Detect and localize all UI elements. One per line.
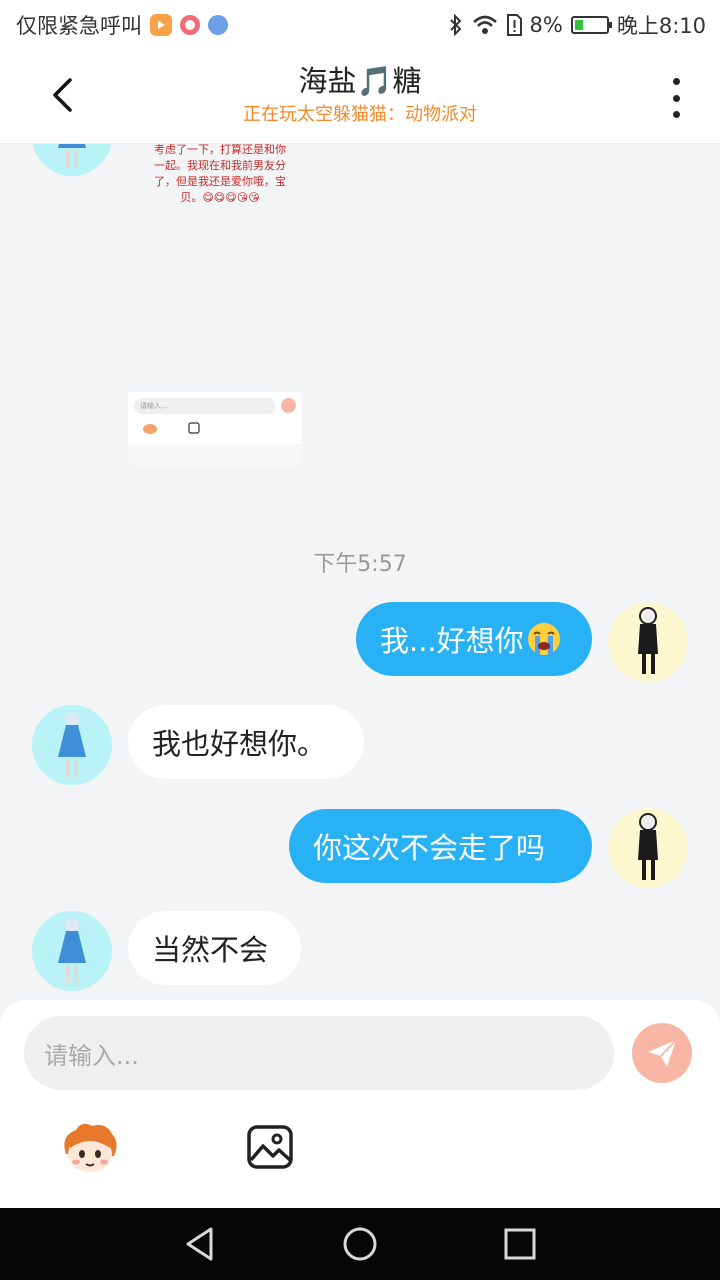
- timestamp: 下午5:57: [313, 552, 407, 577]
- message-input[interactable]: 请输入...: [24, 1016, 614, 1090]
- crying-emoji-icon: [526, 621, 562, 657]
- status-left: 仅限紧急呼叫: [16, 10, 228, 40]
- input-placeholder: 请输入...: [44, 1041, 139, 1070]
- square-recents-icon: [504, 1228, 536, 1260]
- image-icon: [247, 1125, 293, 1169]
- chevron-left-icon: [53, 78, 72, 112]
- girl-avatar-icon: [58, 144, 86, 168]
- mini-input: 请输入...: [134, 398, 276, 414]
- send-button[interactable]: [632, 1023, 692, 1083]
- chat-title: 海盐🎵糖: [298, 64, 422, 98]
- record-app-icon: [180, 15, 200, 35]
- message-text: 你这次不会走了吗: [313, 831, 546, 865]
- nav-recents-button[interactable]: [496, 1220, 544, 1268]
- boy-avatar-icon: [638, 813, 658, 880]
- more-options-button[interactable]: [660, 78, 692, 118]
- message-text: 当然不会: [152, 933, 269, 967]
- dot: [672, 78, 680, 85]
- message-list[interactable]: 考虑了一下，打算还是和你一起。我现在和我前男友分了，但是我还是爱你哦，宝贝。😋😋…: [0, 144, 720, 1000]
- avatar[interactable]: [32, 705, 112, 785]
- incoming-message[interactable]: 当然不会: [128, 911, 301, 985]
- nav-home-button[interactable]: [336, 1220, 384, 1268]
- system-nav-bar: [0, 1208, 720, 1280]
- circle-home-icon: [343, 1227, 377, 1261]
- message-text: 我也好想你。: [152, 727, 327, 761]
- image-message-text: 考虑了一下，打算还是和你一起。我现在和我前男友分了，但是我还是爱你哦，宝贝。😋😋…: [154, 144, 286, 204]
- mini-send-icon: [281, 398, 296, 413]
- nav-back-button[interactable]: [176, 1220, 224, 1268]
- boy-avatar-icon: [638, 607, 658, 674]
- dot: [672, 111, 680, 118]
- carrier-text: 仅限紧急呼叫: [16, 14, 142, 38]
- sticker-button[interactable]: [60, 1120, 120, 1176]
- clock: 晚上8:10: [616, 14, 706, 38]
- send-icon: [648, 1039, 677, 1067]
- wifi-icon: [472, 15, 497, 34]
- avatar[interactable]: [32, 911, 112, 991]
- playing-status: 正在玩太空躲猫猫：动物派对: [243, 104, 477, 125]
- status-bar: 仅限紧急呼叫 8% 晚上8:10: [0, 0, 720, 50]
- avatar[interactable]: [32, 144, 112, 176]
- triangle-back-icon: [186, 1227, 213, 1261]
- girl-avatar-icon: [58, 918, 86, 983]
- sim-alert-icon: [506, 14, 522, 36]
- video-app-icon: [150, 14, 172, 36]
- mascot-icon: [64, 1123, 117, 1172]
- battery-percent: 8%: [529, 13, 563, 37]
- title-block[interactable]: 海盐🎵糖 正在玩太空躲猫猫：动物派对: [120, 62, 600, 128]
- image-button[interactable]: [246, 1124, 294, 1170]
- incoming-message[interactable]: 我也好想你。: [128, 705, 364, 779]
- composer: 请输入...: [0, 1000, 720, 1208]
- girl-avatar-icon: [58, 712, 86, 777]
- mini-nav-bar: [128, 444, 302, 466]
- battery-charging-icon: [570, 16, 612, 34]
- outgoing-message[interactable]: 你这次不会走了吗: [289, 809, 592, 883]
- browser-app-icon: [208, 15, 228, 35]
- outgoing-message[interactable]: 我...好想你: [356, 602, 592, 676]
- status-right: 8% 晚上8:10: [448, 10, 706, 40]
- dot: [672, 94, 680, 102]
- bluetooth-icon: [449, 14, 461, 36]
- my-avatar[interactable]: [608, 602, 688, 682]
- mini-mascot-icon: [143, 424, 157, 434]
- my-avatar[interactable]: [608, 808, 688, 888]
- mini-image-icon: [188, 422, 200, 434]
- chat-header: 海盐🎵糖 正在玩太空躲猫猫：动物派对: [0, 50, 720, 144]
- message-text: 我...好想你: [380, 624, 524, 658]
- back-button[interactable]: [40, 70, 84, 120]
